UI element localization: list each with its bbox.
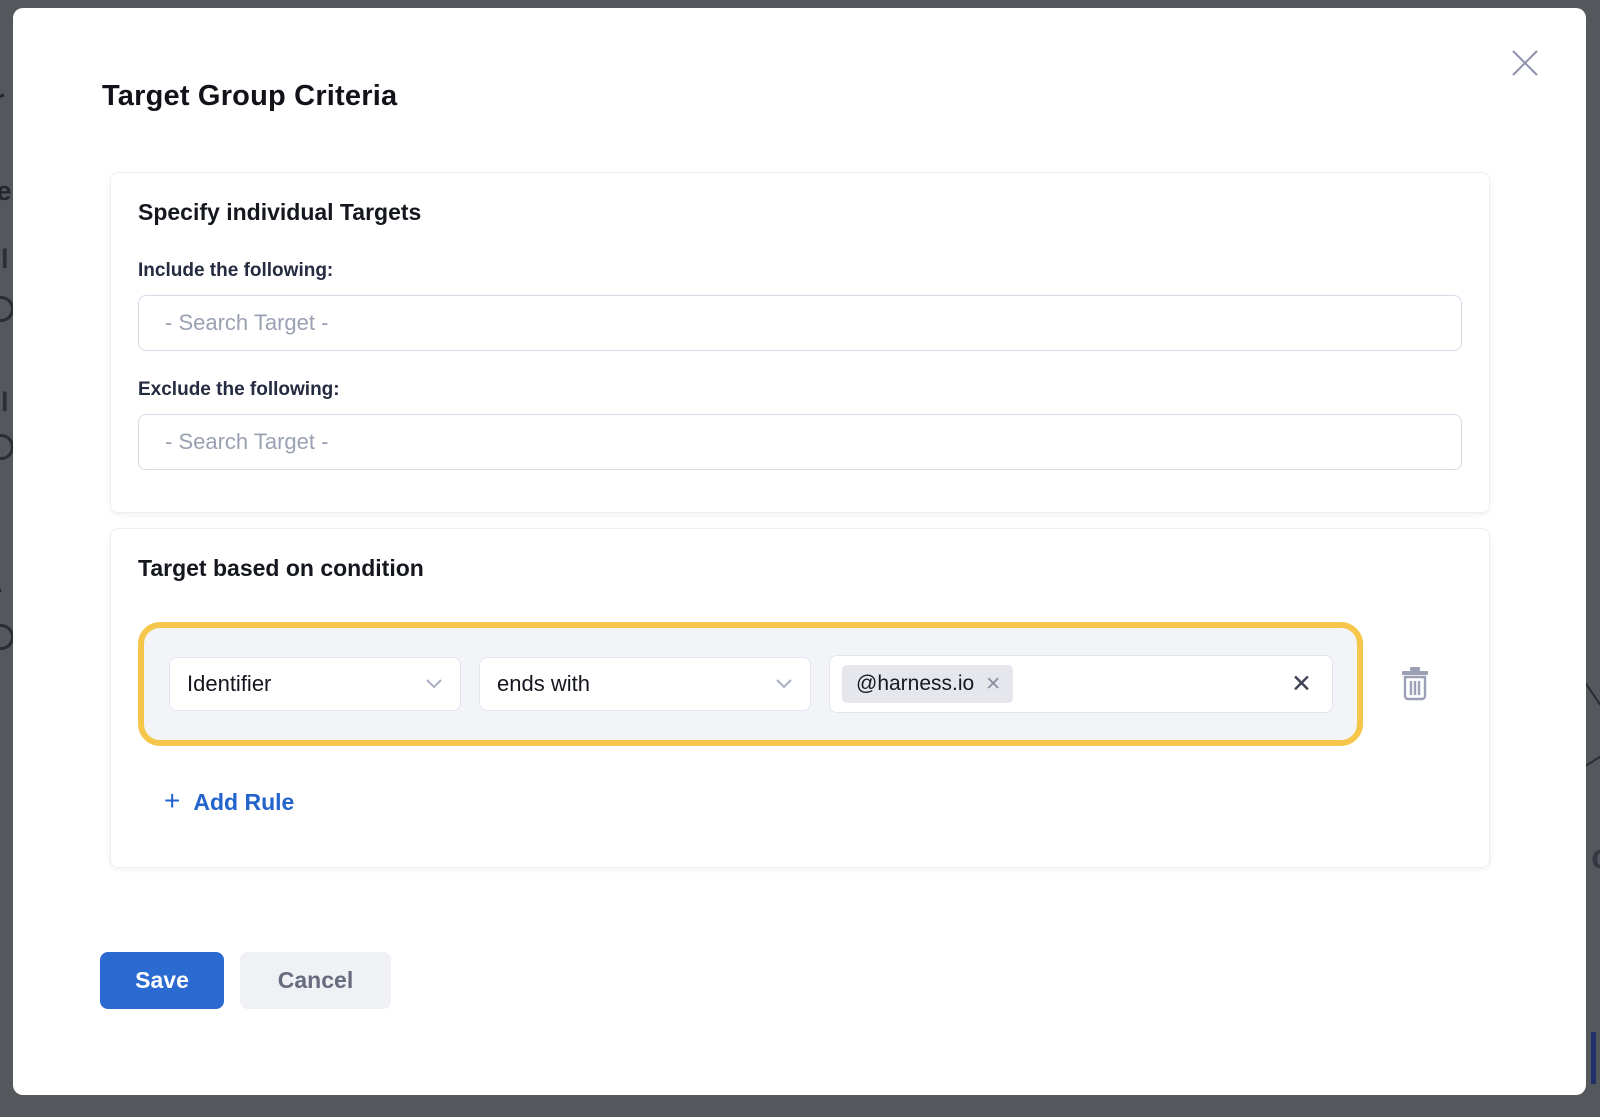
delete-rule-button[interactable] (1400, 665, 1430, 704)
screen: er pe cl cl r c Target Group Criteria Sp… (0, 0, 1600, 1117)
add-rule-label: Add Rule (193, 789, 294, 816)
operator-select[interactable]: ends with (479, 657, 811, 711)
background-text-fragment: cl (0, 389, 9, 416)
chevron-down-icon (776, 679, 792, 689)
background-shape-fragment (0, 296, 14, 322)
background-shape-fragment (0, 624, 14, 650)
remove-value-icon[interactable]: ✕ (985, 675, 1001, 694)
add-rule-button[interactable]: + Add Rule (164, 788, 294, 816)
attribute-select[interactable]: Identifier (169, 657, 461, 711)
exclude-target-input[interactable] (138, 414, 1462, 470)
dialog-footer: Save Cancel (100, 952, 391, 1009)
value-chip: @harness.io ✕ (842, 665, 1013, 703)
operator-select-value: ends with (497, 671, 590, 697)
include-label: Include the following: (138, 260, 1462, 282)
exclude-label: Exclude the following: (138, 379, 1462, 401)
chevron-down-icon (426, 679, 442, 689)
dialog-title: Target Group Criteria (102, 80, 397, 113)
clear-values-icon[interactable]: ✕ (1291, 672, 1312, 697)
target-group-criteria-dialog: Target Group Criteria Specify individual… (13, 8, 1586, 1095)
rule-values-input[interactable]: @harness.io ✕ ✕ (829, 655, 1333, 713)
condition-card: Target based on condition Identifier end… (110, 528, 1490, 868)
rule-line: Identifier ends with @harness.io (138, 622, 1462, 746)
background-text-fragment: c (1591, 840, 1600, 874)
attribute-select-value: Identifier (187, 671, 271, 697)
background-text-fragment: pe (0, 178, 12, 205)
value-chip-label: @harness.io (856, 672, 974, 696)
close-button[interactable] (1508, 46, 1542, 80)
trash-icon (1400, 665, 1430, 701)
save-button[interactable]: Save (100, 952, 224, 1009)
individual-targets-card: Specify individual Targets Include the f… (110, 172, 1490, 513)
rule-row-highlighted: Identifier ends with @harness.io (138, 622, 1363, 746)
cancel-button[interactable]: Cancel (240, 952, 391, 1009)
background-text-fragment: r (0, 581, 2, 608)
condition-heading: Target based on condition (138, 555, 1462, 582)
background-text-fragment: er (0, 86, 5, 113)
background-shape-fragment (0, 434, 14, 460)
background-shape-fragment (1591, 1032, 1596, 1084)
individual-targets-heading: Specify individual Targets (138, 199, 1462, 226)
close-icon (1508, 46, 1542, 80)
background-text-fragment: cl (0, 246, 9, 273)
include-target-input[interactable] (138, 295, 1462, 351)
plus-icon: + (164, 787, 180, 815)
